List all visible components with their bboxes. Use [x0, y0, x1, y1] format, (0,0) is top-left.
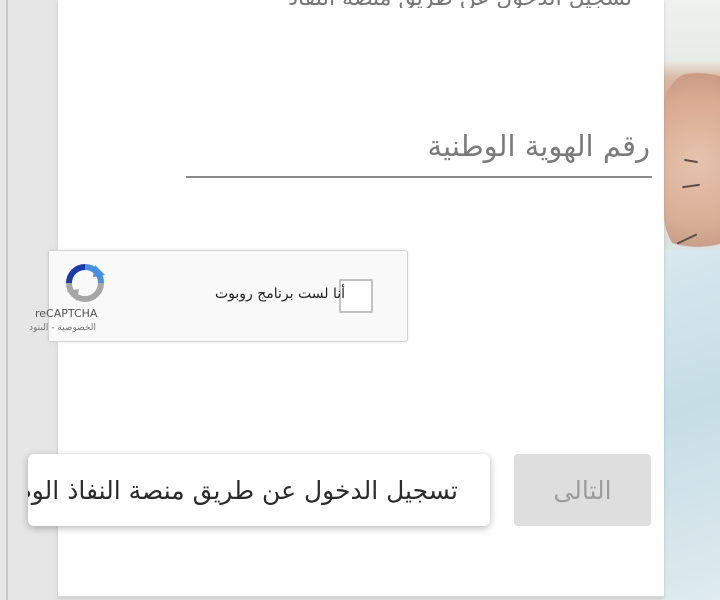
recaptcha-brand: reCAPTCHA: [35, 307, 98, 320]
national-id-input[interactable]: [186, 116, 652, 176]
next-button[interactable]: التالى: [514, 454, 651, 526]
background-photo: [664, 0, 720, 600]
recaptcha-label: أنا لست برنامج روبوت: [214, 286, 345, 302]
photo-scarf: [664, 250, 720, 600]
recaptcha-privacy-links[interactable]: الخصوصية - البنود: [29, 323, 117, 333]
login-card: تسجيل الدخول عن طريق منصة النفاذ الوطني …: [28, 0, 664, 598]
photo-face: [664, 70, 720, 270]
nafath-login-button[interactable]: تسجيل الدخول عن طريق منصة النفاذ الوطني …: [28, 454, 490, 526]
recaptcha-logo-icon: [66, 264, 105, 302]
recaptcha-widget: أنا لست برنامج روبوت reCAPTCHA الخصوصية …: [29, 250, 408, 342]
card-heading-partial: تسجيل الدخول عن طريق منصة النفاذ الوطني …: [286, 0, 632, 8]
national-id-field: [186, 116, 652, 178]
background-divider: [6, 0, 8, 600]
